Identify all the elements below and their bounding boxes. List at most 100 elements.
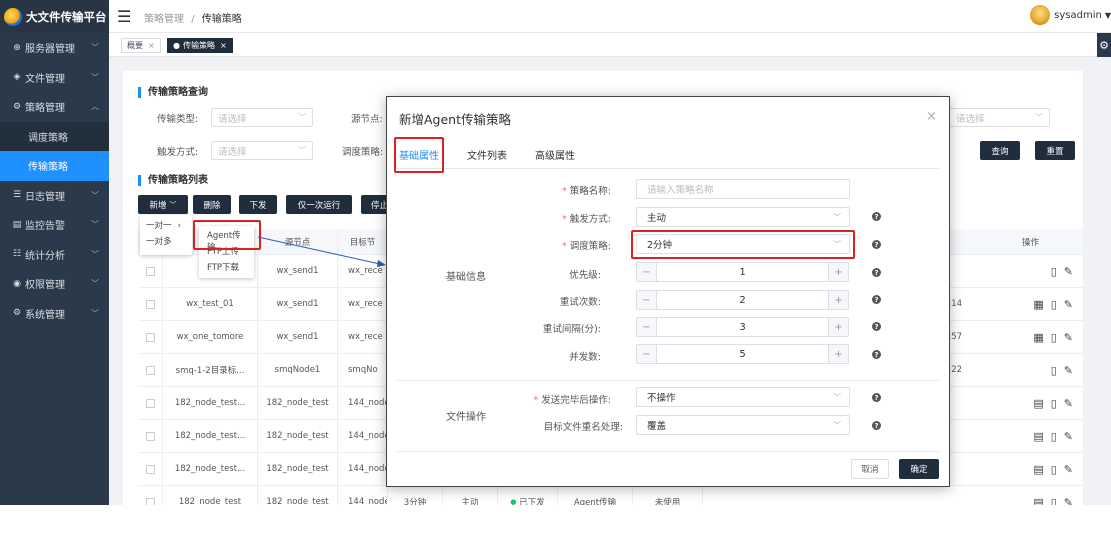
delete-button[interactable]: 删除 <box>193 195 231 214</box>
breadcrumb-item[interactable]: 策略管理 <box>144 14 184 25</box>
tab-advanced[interactable]: 高级属性 <box>535 147 575 162</box>
row-checkbox[interactable] <box>145 365 155 375</box>
concurrency-stepper[interactable]: −5 + <box>636 344 849 364</box>
copy-icon[interactable]: ▯ <box>1051 496 1057 506</box>
row-checkbox[interactable] <box>145 398 155 408</box>
doc-icon[interactable]: ▤ <box>1033 430 1043 443</box>
required-mark: * <box>562 186 567 197</box>
close-icon[interactable]: × <box>148 41 155 50</box>
plus-button[interactable]: + <box>828 291 848 309</box>
deploy-button[interactable]: 下发 <box>239 195 277 214</box>
edit-icon[interactable]: ✎ <box>1064 364 1073 377</box>
menu-item-one-to-many[interactable]: 一对多 <box>140 231 192 247</box>
stepper-value[interactable]: 1 <box>657 263 828 281</box>
copy-icon[interactable]: ▯ <box>1051 298 1057 311</box>
row-checkbox[interactable] <box>145 464 155 474</box>
plus-button[interactable]: + <box>828 318 848 336</box>
row-checkbox[interactable] <box>145 332 155 342</box>
minus-button[interactable]: − <box>637 291 657 309</box>
priority-stepper[interactable]: −1 + <box>636 262 849 282</box>
calendar-icon[interactable]: ▦ <box>1033 331 1043 344</box>
transfer-type-select[interactable]: 请选择 ﹀ <box>211 108 313 127</box>
file-ops-section-label: 文件操作 <box>446 412 486 423</box>
menu-item-one-to-one[interactable]: 一对一 › <box>140 215 192 231</box>
stepper-value[interactable]: 2 <box>657 291 828 309</box>
calendar-icon[interactable]: ▦ <box>1033 298 1043 311</box>
close-icon[interactable]: × <box>220 41 227 50</box>
sidebar-subitem-schedule[interactable]: 调度策略 <box>0 121 109 151</box>
copy-icon[interactable]: ▯ <box>1051 331 1057 344</box>
copy-icon[interactable]: ▯ <box>1051 397 1057 410</box>
run-once-button[interactable]: 仅一次运行 <box>286 195 352 214</box>
reset-button[interactable]: 重置 <box>1035 141 1075 160</box>
sidebar-item-stats[interactable]: ☷ 统计分析 ﹀ <box>0 240 109 270</box>
row-checkbox[interactable] <box>145 266 155 276</box>
sidebar-item-monitor[interactable]: ▤ 监控告警 ﹀ <box>0 210 109 240</box>
rename-select[interactable]: 覆盖 ﹀ <box>636 415 850 435</box>
highlight-box-tab <box>394 137 444 173</box>
right-select[interactable]: 请选择 ﹀ <box>949 108 1050 127</box>
help-icon[interactable]: ? <box>872 350 881 359</box>
help-icon[interactable]: ? <box>872 295 881 304</box>
help-icon[interactable]: ? <box>872 322 881 331</box>
stepper-value[interactable]: 3 <box>657 318 828 336</box>
help-icon[interactable]: ? <box>872 268 881 277</box>
sidebar-subitem-transfer[interactable]: 传输策略 <box>0 151 109 181</box>
help-icon[interactable]: ? <box>872 421 881 430</box>
edit-icon[interactable]: ✎ <box>1064 331 1073 344</box>
doc-icon[interactable]: ▤ <box>1033 463 1043 476</box>
plus-button[interactable]: + <box>828 263 848 281</box>
minus-button[interactable]: − <box>637 345 657 363</box>
doc-icon[interactable]: ▤ <box>1033 397 1043 410</box>
stepper-value[interactable]: 5 <box>657 345 828 363</box>
tab-overview[interactable]: 概要 × <box>121 38 161 53</box>
copy-icon[interactable]: ▯ <box>1051 265 1057 278</box>
sidebar-item-file[interactable]: ◈ 文件管理 ﹀ <box>0 63 109 93</box>
after-send-select[interactable]: 不操作 ﹀ <box>636 387 850 407</box>
cancel-button[interactable]: 取消 <box>851 459 889 479</box>
edit-icon[interactable]: ✎ <box>1064 463 1073 476</box>
help-icon[interactable]: ? <box>872 212 881 221</box>
tab-transfer-strategy[interactable]: ● 传输策略 × <box>167 38 233 53</box>
doc-icon[interactable]: ▤ <box>1033 496 1043 506</box>
edit-icon[interactable]: ✎ <box>1064 265 1073 278</box>
help-icon[interactable]: ? <box>872 240 881 249</box>
copy-icon[interactable]: ▯ <box>1051 430 1057 443</box>
ok-button[interactable]: 确定 <box>899 459 939 479</box>
edit-icon[interactable]: ✎ <box>1064 496 1073 506</box>
add-button[interactable]: 新增 ﹀ <box>138 195 188 214</box>
query-button[interactable]: 查询 <box>980 141 1020 160</box>
row-checkbox[interactable] <box>145 497 155 505</box>
sidebar-item-server[interactable]: ⊕ 服务器管理 ﹀ <box>0 33 109 63</box>
sidebar-item-permission[interactable]: ◉ 权限管理 ﹀ <box>0 269 109 299</box>
target-cell: 144_node <box>338 387 388 419</box>
sidebar-item-log[interactable]: ☰ 日志管理 ﹀ <box>0 181 109 211</box>
settings-gear-icon[interactable]: ⚙ <box>1097 33 1111 57</box>
edit-icon[interactable]: ✎ <box>1064 397 1073 410</box>
plus-button[interactable]: + <box>828 345 848 363</box>
copy-icon[interactable]: ▯ <box>1051 364 1057 377</box>
menu-item-ftp-download[interactable]: FTP下载 <box>199 258 254 274</box>
retry-count-label: 重试次数: <box>559 297 601 308</box>
sidebar-item-system[interactable]: ⚙ 系统管理 ﹀ <box>0 299 109 329</box>
retry-count-stepper[interactable]: −2 + <box>636 290 849 310</box>
tab-file-list[interactable]: 文件列表 <box>467 147 507 162</box>
edit-icon[interactable]: ✎ <box>1064 298 1073 311</box>
retry-interval-stepper[interactable]: −3 + <box>636 317 849 337</box>
copy-icon[interactable]: ▯ <box>1051 463 1057 476</box>
hamburger-icon[interactable]: ☰ <box>117 7 131 26</box>
strategy-name-input[interactable]: 请输入策略名称 <box>636 179 850 199</box>
edit-icon[interactable]: ✎ <box>1064 430 1073 443</box>
help-icon[interactable]: ? <box>872 393 881 402</box>
minus-button[interactable]: − <box>637 263 657 281</box>
sidebar-item-strategy[interactable]: ⚙ 策略管理 ︿ <box>0 92 109 122</box>
close-icon[interactable]: × <box>926 109 937 124</box>
user-menu[interactable]: sysadmin ▼ <box>1030 5 1111 25</box>
row-checkbox[interactable] <box>145 431 155 441</box>
minus-button[interactable]: − <box>637 318 657 336</box>
row-checkbox[interactable] <box>145 299 155 309</box>
trigger-select[interactable]: 主动 ﹀ <box>636 207 850 227</box>
trigger-select[interactable]: 请选择 ﹀ <box>211 141 313 160</box>
tab-divider <box>397 168 939 169</box>
table-row[interactable]: 182_node_test182_node_test144_node_test2… <box>138 486 1083 505</box>
